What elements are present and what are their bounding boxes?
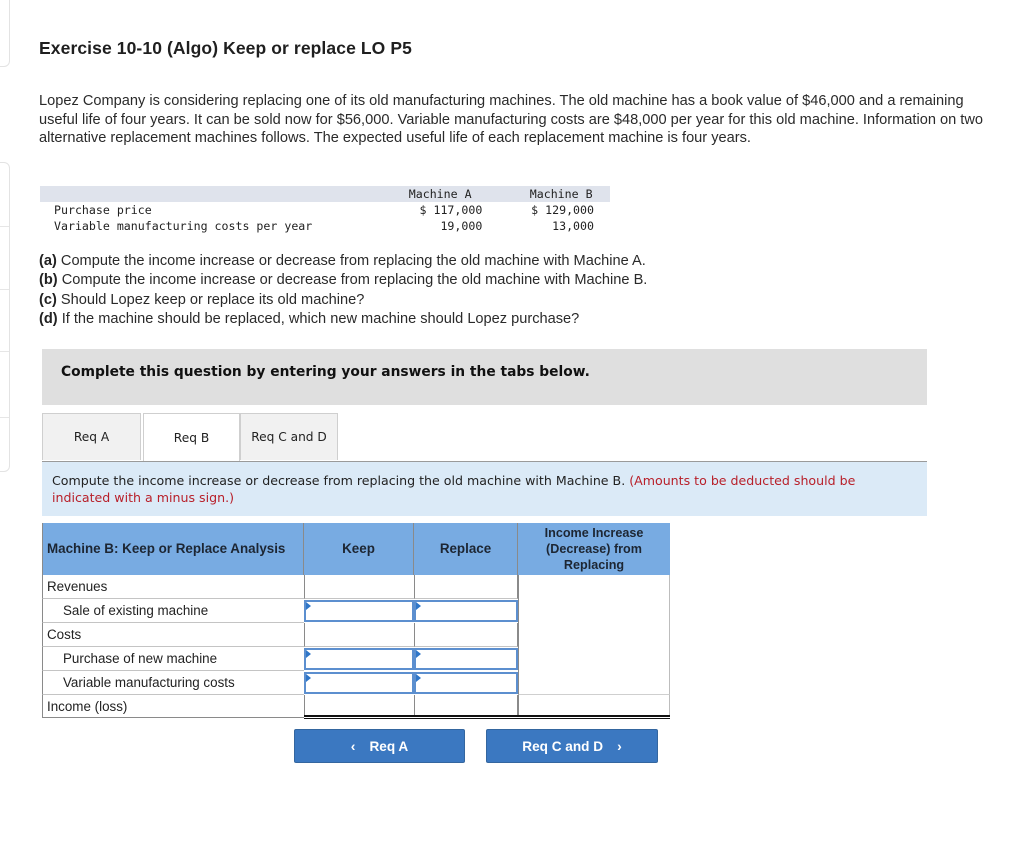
row-label: Purchase of new machine	[42, 647, 304, 671]
requirement-text: Should Lopez keep or replace its old mac…	[56, 291, 365, 308]
requirement-tag: (c)	[39, 291, 57, 308]
keep-or-replace-grid: Machine B: Keep or Replace Analysis Keep…	[42, 523, 670, 719]
requirement-item: (c) Should Lopez keep or replace its old…	[39, 291, 647, 310]
chevron-left-icon: ‹	[350, 738, 356, 754]
instruction-banner: Complete this question by entering your …	[42, 349, 927, 405]
keep-cell	[304, 575, 414, 599]
grid-bottom-border	[42, 717, 304, 718]
replace-sale-input[interactable]	[414, 600, 518, 622]
grid-header-replace: Replace	[414, 523, 518, 575]
requirement-text: Compute the income increase or decrease …	[56, 253, 646, 269]
grid-header-income-difference: Income Increase (Decrease) from Replacin…	[518, 523, 670, 575]
replace-sale-field[interactable]	[416, 602, 516, 620]
replace-variable-costs-input[interactable]	[414, 672, 518, 694]
requirement-tag: (a)	[39, 253, 57, 269]
header-machine-a: Machine A	[408, 187, 472, 201]
keep-purchase-input[interactable]	[304, 648, 414, 670]
keep-income-cell	[304, 695, 414, 717]
tab-req-b[interactable]: Req B	[143, 413, 240, 461]
keep-variable-costs-input[interactable]	[304, 672, 414, 694]
grid-row-sale-of-existing-machine: Sale of existing machine	[42, 599, 518, 623]
machine-b-value: 13,000	[552, 219, 594, 233]
grid-header-title: Machine B: Keep or Replace Analysis	[42, 523, 304, 575]
requirements-list: (a) Compute the income increase or decre…	[39, 252, 647, 329]
requirement-item: (d) If the machine should be replaced, w…	[39, 310, 647, 329]
prompt-text: Compute the income increase or decrease …	[52, 473, 630, 488]
grid-row-purchase-of-new-machine: Purchase of new machine	[42, 647, 518, 671]
row-label: Income (loss)	[42, 695, 304, 717]
keep-purchase-field[interactable]	[306, 650, 412, 668]
income-difference-total-cell	[518, 695, 670, 717]
side-panel-divider	[0, 289, 9, 290]
prev-req-a-button[interactable]: ‹ Req A	[294, 729, 465, 763]
side-panel-card	[0, 162, 10, 472]
prev-button-label: Req A	[369, 738, 409, 754]
machine-b-value: $ 129,000	[531, 203, 594, 217]
keep-sale-field[interactable]	[306, 602, 412, 620]
row-label: Purchase price	[54, 203, 152, 217]
keep-cell	[304, 623, 414, 647]
side-panel-divider	[0, 417, 9, 418]
header-machine-b: Machine B	[529, 187, 593, 201]
row-label: Sale of existing machine	[42, 599, 304, 623]
header-blank	[40, 186, 368, 202]
grid-row-costs: Costs	[42, 623, 518, 647]
chevron-right-icon: ›	[617, 738, 622, 754]
grid-row-variable-manufacturing-costs: Variable manufacturing costs	[42, 671, 518, 695]
row-label: Costs	[42, 623, 304, 647]
total-double-underline	[304, 715, 670, 719]
side-panel-divider	[0, 226, 9, 227]
next-button-label: Req C and D	[522, 738, 604, 754]
side-panel-divider	[0, 351, 9, 352]
exercise-intro: Lopez Company is considering replacing o…	[39, 93, 983, 146]
grid-header-keep: Keep	[304, 523, 414, 575]
requirement-item: (b) Compute the income increase or decre…	[39, 271, 647, 290]
tab-req-c-and-d[interactable]: Req C and D	[240, 413, 338, 460]
side-panel-card	[0, 0, 10, 67]
keep-variable-costs-field[interactable]	[306, 674, 412, 692]
income-difference-cell	[518, 575, 670, 695]
replace-income-cell	[414, 695, 518, 717]
table-row: Purchase price $ 117,000 $ 129,000	[40, 202, 610, 218]
requirement-tag: (d)	[39, 310, 58, 327]
requirement-tag: (b)	[39, 272, 58, 289]
next-req-c-and-d-button[interactable]: Req C and D ›	[486, 729, 658, 763]
requirement-text: Compute the income increase or decrease …	[57, 272, 648, 289]
tab-req-a[interactable]: Req A	[42, 413, 141, 460]
replace-purchase-field[interactable]	[416, 650, 516, 668]
requirement-text: If the machine should be replaced, which…	[57, 310, 580, 327]
machine-a-value: 19,000	[440, 219, 483, 233]
grid-row-revenues: Revenues	[42, 575, 518, 599]
requirement-item: (a) Compute the income increase or decre…	[39, 252, 647, 271]
requirement-tabs: Req A Req B Req C and D	[42, 413, 927, 462]
row-label: Variable manufacturing costs	[42, 671, 304, 695]
replace-purchase-input[interactable]	[414, 648, 518, 670]
replace-cell	[414, 575, 518, 599]
instruction-text: Complete this question by entering your …	[61, 364, 590, 380]
row-label: Revenues	[42, 575, 304, 599]
grid-row-income-loss: Income (loss)	[42, 695, 518, 717]
replace-cell	[414, 623, 518, 647]
exercise-title: Exercise 10-10 (Algo) Keep or replace LO…	[39, 38, 412, 58]
machine-data-table: Machine A Machine B Purchase price $ 117…	[40, 186, 610, 234]
table-row: Variable manufacturing costs per year 19…	[40, 218, 610, 234]
row-label: Variable manufacturing costs per year	[54, 219, 313, 233]
question-prompt: Compute the income increase or decrease …	[42, 462, 927, 516]
keep-sale-input[interactable]	[304, 600, 414, 622]
replace-variable-costs-field[interactable]	[416, 674, 516, 692]
machine-a-value: $ 117,000	[419, 203, 483, 217]
machine-table-header: Machine A Machine B	[40, 186, 610, 202]
